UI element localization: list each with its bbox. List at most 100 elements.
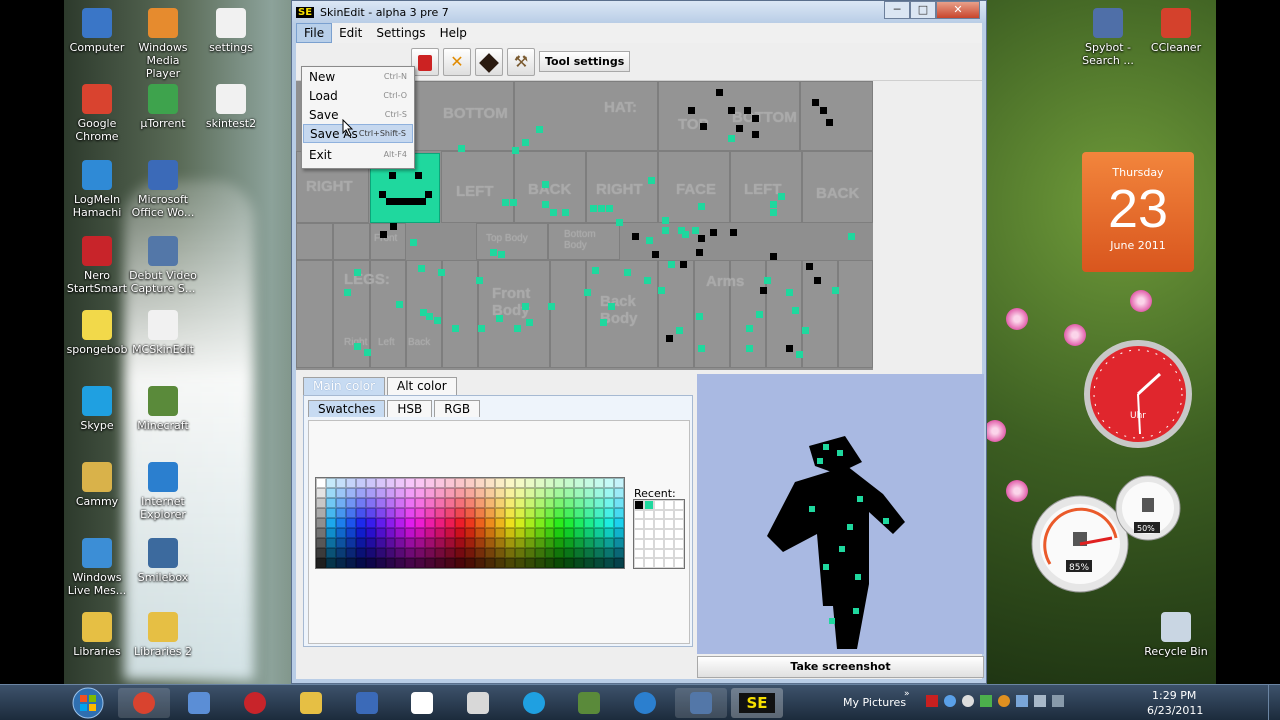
color-swatch[interactable] — [355, 488, 366, 498]
desktop-icon[interactable]: MCSkinEdit — [128, 310, 198, 356]
color-swatch[interactable] — [544, 508, 555, 518]
color-swatch[interactable] — [594, 518, 605, 528]
clock-gadget[interactable]: Uhr — [1082, 338, 1194, 450]
color-swatch[interactable] — [544, 498, 555, 508]
color-swatch[interactable] — [355, 558, 366, 568]
color-swatch[interactable] — [425, 548, 436, 558]
color-swatch[interactable] — [534, 558, 545, 568]
color-swatch[interactable] — [365, 538, 376, 548]
color-swatch[interactable] — [375, 488, 386, 498]
recent-swatch[interactable] — [674, 529, 684, 539]
color-swatch[interactable] — [425, 508, 436, 518]
tray-utorrent-icon[interactable] — [980, 695, 992, 707]
color-swatch[interactable] — [554, 528, 565, 538]
color-swatch[interactable] — [465, 478, 475, 488]
color-swatch[interactable] — [385, 508, 396, 518]
color-swatch[interactable] — [325, 488, 336, 498]
recent-swatch[interactable] — [644, 519, 654, 530]
color-swatch[interactable] — [534, 528, 545, 538]
color-swatch[interactable] — [534, 478, 545, 488]
color-swatch[interactable] — [614, 498, 624, 508]
color-swatch[interactable] — [574, 518, 585, 528]
tool-settings-button[interactable]: Tool settings — [539, 51, 631, 72]
color-swatch[interactable] — [554, 538, 565, 548]
recent-swatch[interactable] — [674, 500, 684, 510]
color-swatch[interactable] — [504, 498, 515, 508]
recent-swatch[interactable] — [654, 500, 664, 510]
bucket-tool-icon[interactable] — [411, 48, 439, 76]
color-swatch[interactable] — [614, 518, 624, 528]
tray-flag-icon[interactable] — [1016, 695, 1028, 707]
desktop-icon[interactable]: Spybot - Search ... — [1073, 8, 1143, 67]
color-swatch[interactable] — [415, 488, 426, 498]
take-screenshot-button[interactable]: Take screenshot — [697, 656, 984, 678]
color-swatch[interactable] — [325, 558, 336, 568]
color-swatch[interactable] — [365, 488, 376, 498]
color-swatch[interactable] — [335, 488, 346, 498]
color-swatch[interactable] — [455, 558, 466, 568]
color-swatch[interactable] — [494, 538, 505, 548]
color-swatch[interactable] — [425, 478, 436, 488]
recent-swatch[interactable] — [664, 548, 674, 559]
color-swatch[interactable] — [365, 558, 376, 568]
color-swatch[interactable] — [465, 548, 475, 558]
color-swatch[interactable] — [355, 518, 366, 528]
menu-item-load[interactable]: Load Ctrl-O — [303, 86, 413, 105]
color-swatch[interactable] — [445, 558, 456, 568]
color-swatch[interactable] — [504, 508, 515, 518]
color-swatch[interactable] — [484, 518, 495, 528]
color-swatch[interactable] — [474, 488, 485, 498]
color-swatch[interactable] — [524, 548, 535, 558]
color-swatch[interactable] — [504, 538, 515, 548]
color-swatch[interactable] — [524, 538, 535, 548]
color-swatch[interactable] — [474, 518, 485, 528]
color-swatch[interactable] — [385, 488, 396, 498]
color-swatch[interactable] — [335, 498, 346, 508]
color-swatch[interactable] — [524, 488, 535, 498]
color-swatch[interactable] — [355, 538, 366, 548]
recent-swatch[interactable] — [644, 500, 654, 510]
color-swatch[interactable] — [484, 528, 495, 538]
calendar-gadget[interactable]: Thursday 23 June 2011 — [1082, 152, 1194, 272]
color-swatch[interactable] — [514, 498, 525, 508]
color-swatch[interactable] — [584, 528, 595, 538]
menu-edit[interactable]: Edit — [332, 24, 369, 42]
color-swatch[interactable] — [316, 478, 326, 488]
color-swatch[interactable] — [474, 508, 485, 518]
color-swatch[interactable] — [494, 498, 505, 508]
color-swatch[interactable] — [594, 478, 605, 488]
color-swatch[interactable] — [415, 518, 426, 528]
desktop-icon[interactable]: Minecraft — [128, 386, 198, 432]
color-swatch[interactable] — [564, 548, 575, 558]
color-swatch[interactable] — [345, 478, 356, 488]
desktop-icon[interactable]: Windows Live Mes... — [62, 538, 132, 597]
color-swatch[interactable] — [345, 488, 356, 498]
color-swatch[interactable] — [594, 528, 605, 538]
color-swatch[interactable] — [365, 478, 376, 488]
taskbar-video-icon[interactable] — [675, 688, 727, 718]
color-swatch[interactable] — [385, 558, 396, 568]
color-swatch[interactable] — [345, 558, 356, 568]
skin-3d-preview[interactable] — [697, 374, 984, 654]
color-swatch[interactable] — [544, 478, 555, 488]
color-swatch[interactable] — [604, 498, 615, 508]
recent-swatch[interactable] — [654, 538, 664, 549]
color-swatch[interactable] — [345, 548, 356, 558]
recent-swatch[interactable] — [634, 500, 644, 510]
color-swatch[interactable] — [345, 538, 356, 548]
color-swatch[interactable] — [465, 518, 475, 528]
recent-swatch[interactable] — [664, 558, 674, 568]
color-swatch[interactable] — [445, 498, 456, 508]
color-swatch[interactable] — [395, 548, 406, 558]
color-swatch[interactable] — [405, 478, 416, 488]
color-swatch[interactable] — [325, 538, 336, 548]
color-swatch[interactable] — [455, 538, 466, 548]
menu-help[interactable]: Help — [433, 24, 474, 42]
color-swatch[interactable] — [534, 508, 545, 518]
desktop-icon[interactable]: Debut Video Capture S... — [128, 236, 198, 295]
recent-swatch[interactable] — [674, 519, 684, 530]
menu-settings[interactable]: Settings — [369, 24, 432, 42]
recent-swatch[interactable] — [674, 509, 684, 520]
color-swatch[interactable] — [445, 538, 456, 548]
color-swatch[interactable] — [574, 508, 585, 518]
